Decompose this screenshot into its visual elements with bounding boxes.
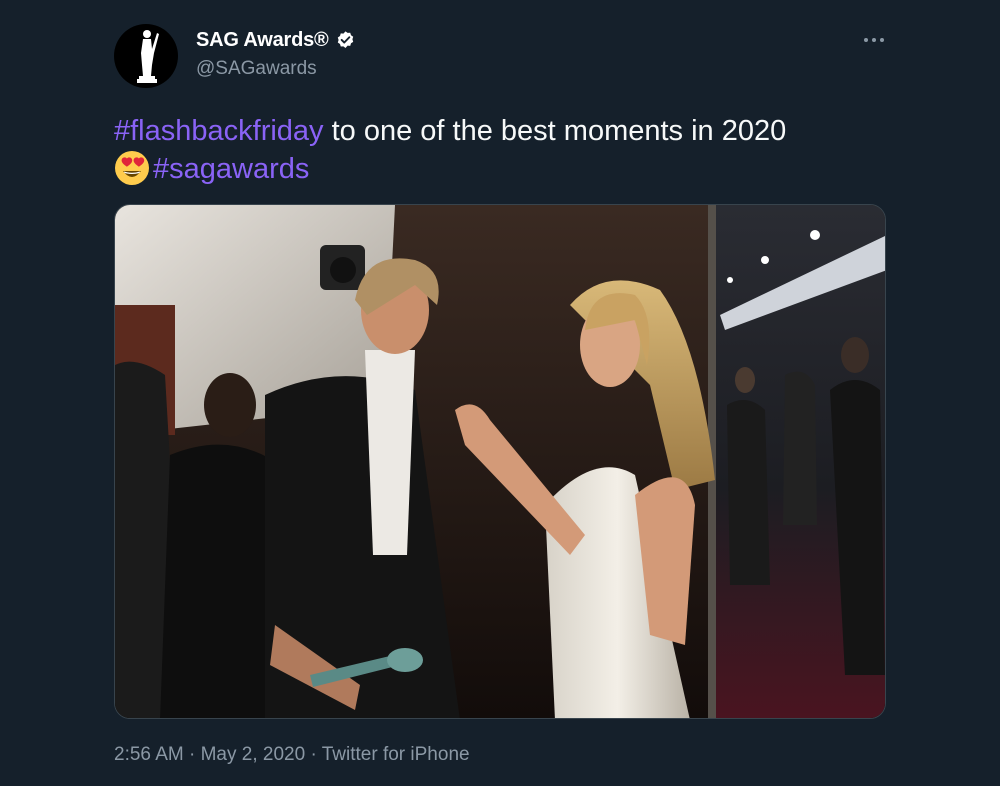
verified-badge-icon bbox=[335, 30, 356, 51]
tweet-date[interactable]: May 2, 2020 bbox=[201, 744, 306, 765]
meta-separator: · bbox=[305, 744, 322, 765]
more-dot-icon bbox=[880, 38, 884, 42]
tweet-photo[interactable] bbox=[114, 204, 886, 719]
author-name-row: SAG Awards® bbox=[196, 29, 356, 52]
tweet-source[interactable]: Twitter for iPhone bbox=[322, 744, 470, 765]
heart-eyes-emoji-icon bbox=[114, 150, 150, 186]
more-dot-icon bbox=[872, 38, 876, 42]
author-handle[interactable]: @SAGawards bbox=[196, 58, 317, 80]
tweet-text: #flashbackfriday to one of the best mome… bbox=[114, 112, 894, 188]
photo-scene bbox=[115, 205, 885, 718]
hashtag-link[interactable]: #flashbackfriday bbox=[114, 115, 324, 147]
more-options-button[interactable] bbox=[860, 26, 888, 54]
tweet-time[interactable]: 2:56 AM bbox=[114, 744, 184, 765]
sag-statuette-logo-icon bbox=[137, 30, 159, 83]
tweet: SAG Awards® @SAGawards #flashbackfriday … bbox=[0, 0, 1000, 786]
hashtag-link[interactable]: #sagawards bbox=[153, 153, 309, 185]
display-name[interactable]: SAG Awards® bbox=[196, 29, 329, 52]
more-dot-icon bbox=[864, 38, 868, 42]
avatar[interactable] bbox=[114, 24, 178, 88]
meta-separator: · bbox=[183, 744, 201, 765]
tweet-text-body: to one of the best moments in 2020 bbox=[323, 115, 787, 147]
tweet-metadata: 2:56 AM · May 2, 2020 · Twitter for iPho… bbox=[114, 744, 470, 766]
